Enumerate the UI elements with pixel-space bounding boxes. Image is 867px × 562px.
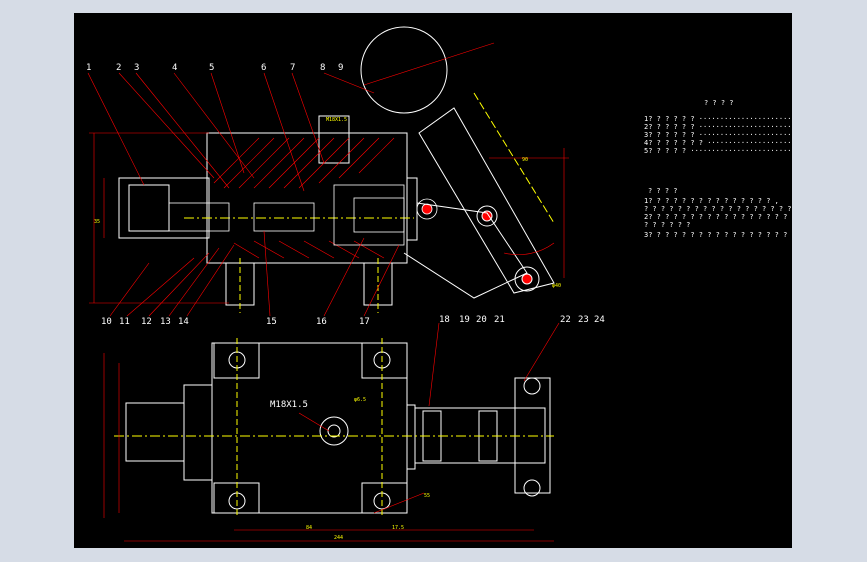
top-port — [318, 115, 350, 164]
piston-rod-end — [406, 177, 418, 241]
part-number-2: 2 — [116, 63, 121, 73]
dim-small: 17.5 — [392, 525, 404, 531]
part-number-23: 23 — [578, 315, 589, 325]
note-line-1: 1? ? ? ? ? ? ? ? ? ? ? ? ? ? ? , — [644, 197, 779, 205]
part-number-9: 9 — [338, 63, 343, 73]
spec-line-3: 3? ? ? ? ? ? ···························… — [644, 131, 792, 139]
dimensions-bottom — [103, 322, 560, 542]
part-number-11: 11 — [119, 317, 130, 327]
part-number-12: 12 — [141, 317, 152, 327]
body-plan-outline — [211, 342, 408, 514]
part-number-20: 20 — [476, 315, 487, 325]
note-line-3: 2? ? ? ? ? ? ? ? ? ? ? ? ? ? ? ? ? ? ? ?… — [644, 213, 792, 221]
port-plan — [319, 416, 349, 446]
part-number-1: 1 — [86, 63, 91, 73]
spec-line-2: 2? ? ? ? ? ? ···························… — [644, 123, 792, 131]
note-line-2: ? ? ? ? ? ? ? ? ? ? ? ? ? ? ? ? ? ? ? ? … — [644, 205, 792, 213]
part-number-5: 5 — [209, 63, 214, 73]
inlet-plan — [125, 402, 185, 462]
dim-lever: 90 — [522, 157, 528, 163]
dim-hole: φ6.5 — [354, 397, 366, 403]
part-number-14: 14 — [178, 317, 189, 327]
dim-top-thread: M18X1.5 — [326, 117, 347, 123]
part-number-17: 17 — [359, 317, 370, 327]
part-number-13: 13 — [160, 317, 171, 327]
lever-arm — [418, 107, 555, 294]
part-number-18: 18 — [439, 315, 450, 325]
spec-line-1: 1? ? ? ? ? ? ···························… — [644, 115, 792, 123]
specs-title: ? ? ? ? — [704, 99, 734, 107]
handle-knob — [360, 26, 448, 114]
dim-overall: 244 — [334, 535, 343, 541]
part-number-3: 3 — [134, 63, 139, 73]
specs-block: ? ? ? ? 1? ? ? ? ? ? ···················… — [644, 99, 792, 155]
note-line-4: ? ? ? ? ? ? — [644, 221, 690, 229]
part-number-19: 19 — [459, 315, 470, 325]
dim-roller: φ40 — [552, 283, 561, 289]
part-number-22: 22 — [560, 315, 571, 325]
drawing-sheet: 1 2 3 4 5 6 7 8 9 10 11 12 13 14 15 16 1… — [74, 13, 792, 548]
part-number-8: 8 — [320, 63, 325, 73]
thread-callout: M18X1.5 — [270, 400, 308, 410]
part-number-16: 16 — [316, 317, 327, 327]
inlet-fitting — [118, 177, 210, 239]
spec-line-5: 5? ? ? ? ? ·····························… — [644, 147, 792, 155]
dim-side: 55 — [424, 493, 430, 499]
part-number-4: 4 — [172, 63, 177, 73]
part-number-7: 7 — [290, 63, 295, 73]
part-number-10: 10 — [101, 317, 112, 327]
note-line-5: 3? ? ? ? ? ? ? ? ? ? ? ? ? ? ? ? ? ? ? ? — [644, 231, 792, 239]
part-number-24: 24 — [594, 315, 605, 325]
valve-body-plan — [114, 338, 554, 518]
part-number-6: 6 — [261, 63, 266, 73]
part-number-15: 15 — [266, 317, 277, 327]
notes-title: ? ? ? ? — [648, 187, 678, 195]
leader-lines-top — [87, 72, 400, 317]
dim-height: 35 — [94, 219, 100, 225]
dim-base: 84 — [306, 525, 312, 531]
spec-line-4: 4? ? ? ? ? ? ? ························3… — [644, 139, 792, 147]
notes-block: ? ? ? ? 1? ? ? ? ? ? ? ? ? ? ? ? ? ? ? ,… — [644, 187, 792, 239]
part-number-21: 21 — [494, 315, 505, 325]
cad-drawing: 1 2 3 4 5 6 7 8 9 10 11 12 13 14 15 16 1… — [86, 26, 792, 542]
